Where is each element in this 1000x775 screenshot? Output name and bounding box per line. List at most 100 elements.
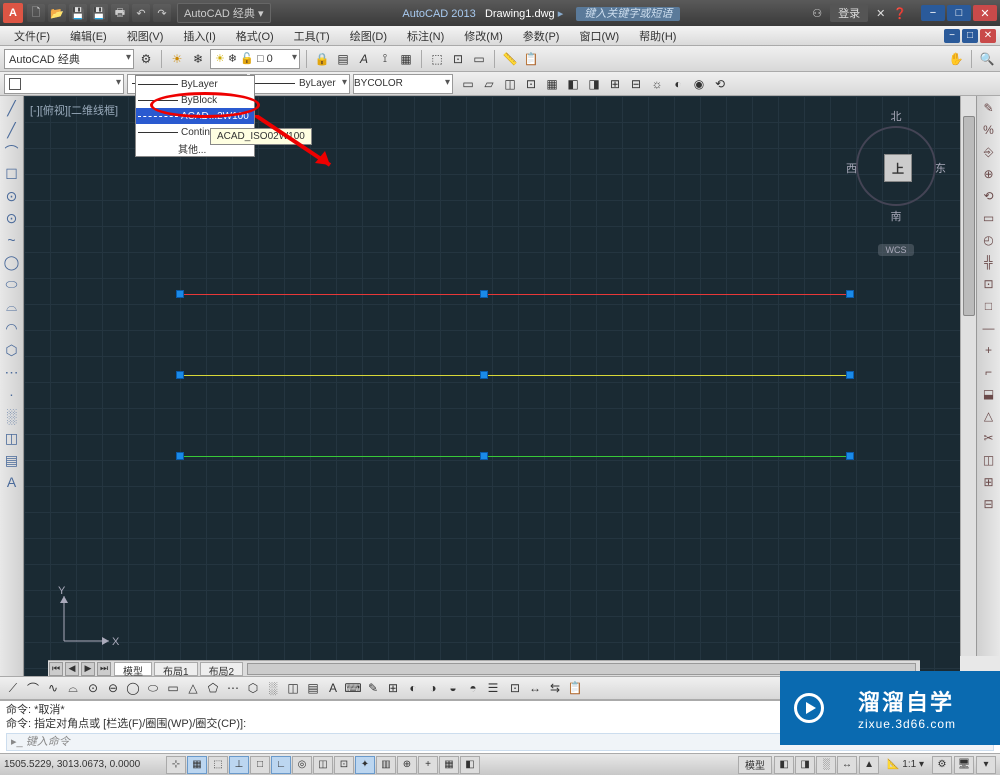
- status-toggle-8[interactable]: ⊡: [334, 756, 354, 774]
- hdraw-extra-2[interactable]: ⇆: [546, 679, 564, 697]
- cmd-input[interactable]: 键入命令: [26, 735, 70, 749]
- walk-icon[interactable]: ⟲: [711, 75, 729, 93]
- vp-4-icon[interactable]: ⊞: [606, 75, 624, 93]
- status-tray-icon[interactable]: ▾: [976, 756, 996, 774]
- block-icon[interactable]: ⬚: [428, 50, 446, 68]
- draw-tool-8[interactable]: ⬭: [2, 274, 22, 294]
- table-style-icon[interactable]: ▦: [397, 50, 415, 68]
- signin-button[interactable]: 登录: [830, 4, 868, 22]
- status-toggle-1[interactable]: ▦: [187, 756, 207, 774]
- hdraw-tool-12[interactable]: ⬡: [244, 679, 262, 697]
- minimize-button[interactable]: −: [921, 5, 945, 21]
- grip[interactable]: [846, 371, 854, 379]
- draw-tool-5[interactable]: ⊙: [2, 208, 22, 228]
- hdraw-tool-7[interactable]: ⬭: [144, 679, 162, 697]
- status-toggle-11[interactable]: ⊕: [397, 756, 417, 774]
- status-monitor-icon[interactable]: 🖥: [954, 756, 974, 774]
- modify-tool-17[interactable]: ⊞: [979, 472, 999, 492]
- tab-next-icon[interactable]: ▶: [81, 662, 95, 676]
- hdraw-tool-11[interactable]: ⋯: [224, 679, 242, 697]
- vp-clip-icon[interactable]: ⊡: [522, 75, 540, 93]
- open-icon[interactable]: 📂: [48, 4, 66, 22]
- zoom-icon[interactable]: 🔍: [978, 50, 996, 68]
- tab-layout1[interactable]: 布局1: [154, 662, 198, 676]
- menu-tools[interactable]: 工具(T): [284, 26, 340, 45]
- grip[interactable]: [176, 452, 184, 460]
- viewcube-east[interactable]: 东: [935, 160, 946, 176]
- status-toggle-7[interactable]: ◫: [313, 756, 333, 774]
- status-toggle-2[interactable]: ⬚: [208, 756, 228, 774]
- modify-tool-0[interactable]: ✎: [979, 98, 999, 118]
- drawing-canvas[interactable]: [-][俯视][二维线框] X Y 北 西 东: [24, 96, 960, 676]
- vp-poly-icon[interactable]: ▱: [480, 75, 498, 93]
- tab-model[interactable]: 模型: [114, 662, 152, 676]
- viewcube-west[interactable]: 西: [846, 160, 857, 176]
- hdraw-extra-1[interactable]: ↔: [526, 679, 544, 697]
- mdi-minimize[interactable]: −: [944, 29, 960, 43]
- yellow-line[interactable]: [179, 375, 850, 376]
- tab-first-icon[interactable]: ⏮: [49, 662, 63, 676]
- lineweight-combo[interactable]: ByLayer: [250, 74, 350, 94]
- status-toggle-12[interactable]: +: [418, 756, 438, 774]
- status-toggle-6[interactable]: ◎: [292, 756, 312, 774]
- mdi-close[interactable]: ✕: [980, 29, 996, 43]
- workspace-combo[interactable]: AutoCAD 经典: [4, 49, 134, 69]
- viewport-label[interactable]: [-][俯视][二维线框]: [30, 102, 118, 118]
- modify-tool-1[interactable]: %: [979, 120, 999, 140]
- text-style-icon[interactable]: A: [355, 50, 373, 68]
- menu-modify[interactable]: 修改(M): [454, 26, 513, 45]
- menu-help[interactable]: 帮助(H): [629, 26, 686, 45]
- draw-tool-11[interactable]: ⬡: [2, 340, 22, 360]
- hdraw-tool-8[interactable]: ▭: [164, 679, 182, 697]
- status-right-0[interactable]: ◧: [774, 756, 794, 774]
- modify-tool-14[interactable]: △: [979, 406, 999, 426]
- draw-tool-2[interactable]: ⌒: [2, 142, 22, 162]
- modify-tool-10[interactable]: —: [979, 318, 999, 338]
- status-toggle-5[interactable]: ∟: [271, 756, 291, 774]
- vp-object-icon[interactable]: ◫: [501, 75, 519, 93]
- ann-visibility-icon[interactable]: ▲: [859, 756, 879, 774]
- hdraw-tool-16[interactable]: A: [324, 679, 342, 697]
- draw-tool-16[interactable]: ▤: [2, 450, 22, 470]
- grip[interactable]: [846, 290, 854, 298]
- draw-tool-4[interactable]: ⊙: [2, 186, 22, 206]
- draw-tool-9[interactable]: ⌓: [2, 296, 22, 316]
- hdraw-tool-2[interactable]: ∿: [44, 679, 62, 697]
- modify-tool-6[interactable]: ◴: [979, 230, 999, 250]
- hdraw-tool-21[interactable]: ◑: [424, 679, 442, 697]
- measure-icon[interactable]: 📏: [501, 50, 519, 68]
- hdraw-extra-3[interactable]: 📋: [566, 679, 584, 697]
- status-toggle-3[interactable]: ⊥: [229, 756, 249, 774]
- linetype-option-acadiso[interactable]: ACAD...2W100: [136, 108, 254, 124]
- hdraw-tool-10[interactable]: ⬠: [204, 679, 222, 697]
- hdraw-tool-13[interactable]: ░: [264, 679, 282, 697]
- status-right-3[interactable]: ↔: [837, 756, 857, 774]
- draw-tool-10[interactable]: ◠: [2, 318, 22, 338]
- hdraw-tool-15[interactable]: ▤: [304, 679, 322, 697]
- menu-window[interactable]: 窗口(W): [569, 26, 629, 45]
- modify-tool-13[interactable]: ⬓: [979, 384, 999, 404]
- draw-tool-7[interactable]: ◯: [2, 252, 22, 272]
- infocenter-icon[interactable]: ⚇: [812, 7, 822, 20]
- viewcube-south[interactable]: 南: [856, 208, 936, 224]
- modify-tool-3[interactable]: ⊕: [979, 164, 999, 184]
- status-toggle-13[interactable]: ▦: [439, 756, 459, 774]
- plotstyle-combo[interactable]: BYCOLOR: [353, 74, 453, 94]
- hdraw-tool-3[interactable]: ⌓: [64, 679, 82, 697]
- vp-named-icon[interactable]: ⊟: [627, 75, 645, 93]
- layer-combo[interactable]: ☀ ❄ 🔓 □ 0: [210, 49, 300, 69]
- vp-2-icon[interactable]: ◧: [564, 75, 582, 93]
- color-combo[interactable]: [4, 74, 124, 94]
- status-model-tile[interactable]: 模型: [738, 756, 772, 774]
- menu-format[interactable]: 格式(O): [226, 26, 284, 45]
- draw-tool-14[interactable]: ░: [2, 406, 22, 426]
- grip[interactable]: [176, 371, 184, 379]
- ann-scale-icon[interactable]: ▤: [334, 50, 352, 68]
- layer-iso-icon[interactable]: 🔒: [313, 50, 331, 68]
- hdraw-tool-6[interactable]: ◯: [124, 679, 142, 697]
- linetype-option-byblock[interactable]: ByBlock: [136, 92, 254, 108]
- modify-tool-5[interactable]: ▭: [979, 208, 999, 228]
- modify-tool-11[interactable]: +: [979, 340, 999, 360]
- hdraw-tool-23[interactable]: ◓: [464, 679, 482, 697]
- paste-icon[interactable]: 📋: [522, 50, 540, 68]
